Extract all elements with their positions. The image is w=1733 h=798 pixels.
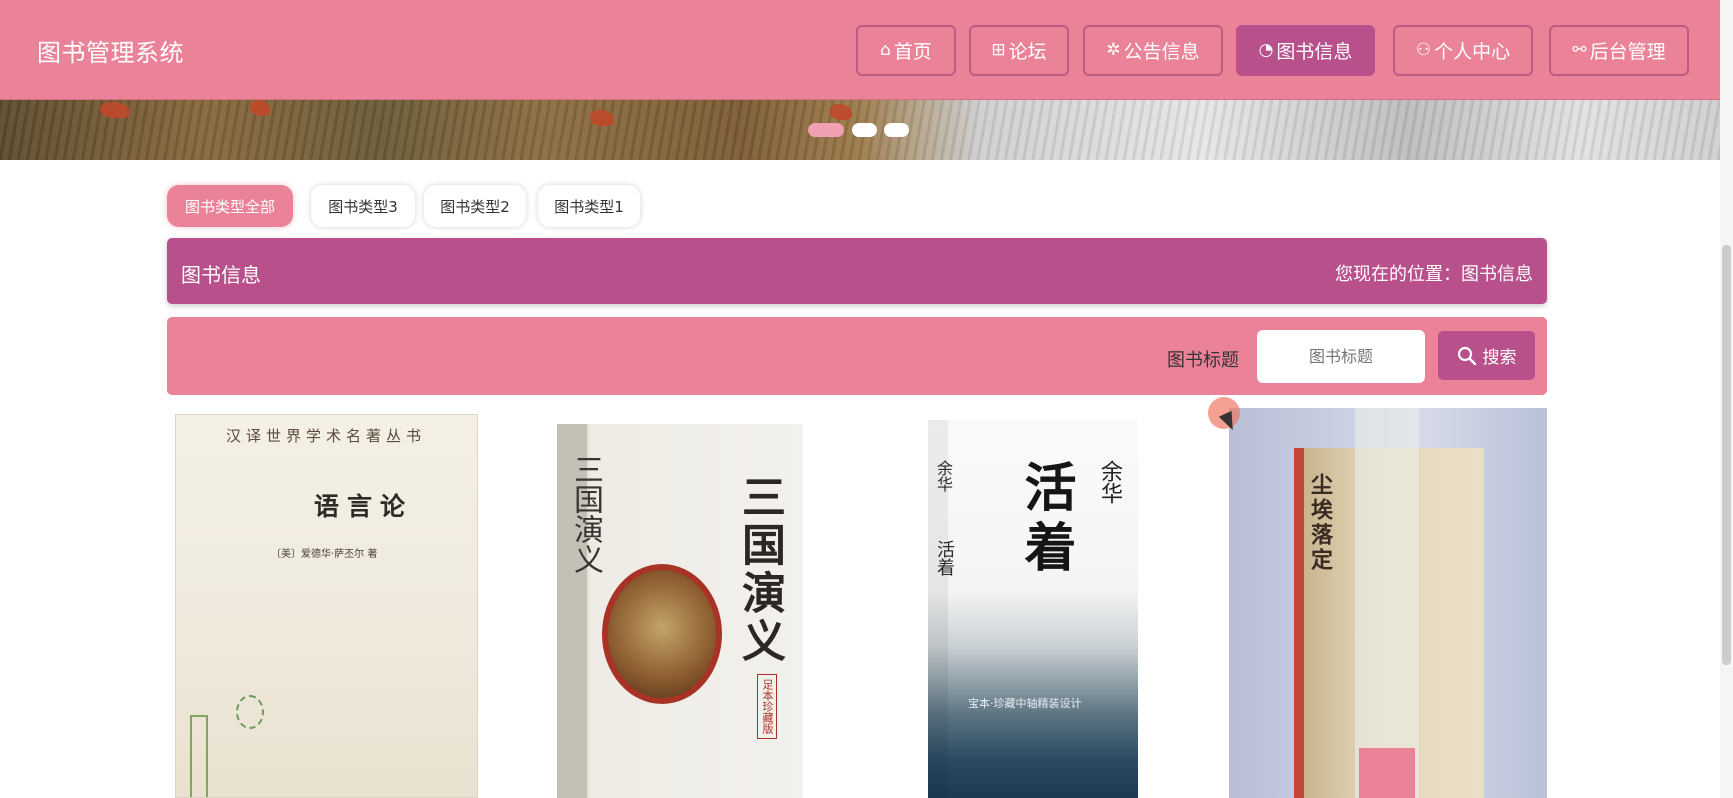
banner-leaf bbox=[590, 110, 614, 126]
book-title: 语言论 bbox=[314, 492, 414, 521]
qr-badge bbox=[1359, 748, 1415, 798]
book-footer-note: 宝本·珍藏中轴精装设计 bbox=[968, 697, 1082, 710]
nav-forum-label: 论坛 bbox=[1008, 41, 1047, 63]
filter-type-3[interactable]: 图书类型3 bbox=[311, 185, 415, 227]
nav-personal-center[interactable]: ⚇ 个人中心 bbox=[1393, 25, 1533, 76]
home-icon: ⌂ bbox=[880, 40, 891, 60]
carousel-dot[interactable] bbox=[884, 123, 909, 137]
book-cover[interactable]: 三国演义 三国演义 足本珍藏版 bbox=[557, 424, 803, 798]
filter-type-2[interactable]: 图书类型2 bbox=[424, 185, 526, 227]
book-photo[interactable]: 尘埃落定 bbox=[1229, 408, 1547, 798]
carousel-dot[interactable] bbox=[852, 123, 877, 137]
carousel-dot-active[interactable] bbox=[808, 123, 844, 137]
banner-leaf bbox=[830, 104, 852, 120]
filter-type-all[interactable]: 图书类型全部 bbox=[167, 185, 293, 227]
user-icon: ⚇ bbox=[1415, 40, 1432, 60]
book-card[interactable]: 三国演义 三国演义 足本珍藏版 bbox=[555, 408, 805, 798]
section-header: 图书信息 您现在的位置：图书信息 bbox=[167, 238, 1547, 304]
search-label: 图书标题 bbox=[1167, 350, 1239, 371]
book-card[interactable]: 汉译世界学术名著丛书 语言论 〔美〕爱德华·萨丕尔 著 bbox=[172, 408, 482, 798]
link-icon: ⚯ bbox=[1572, 40, 1587, 60]
banner-leaf bbox=[250, 100, 270, 116]
nav-home-label: 首页 bbox=[893, 41, 932, 63]
book-card[interactable]: 余华 活着 活着 余华 宝本·珍藏中轴精装设计 bbox=[925, 408, 1140, 798]
book-spine-title: 三国演义 bbox=[568, 454, 603, 574]
nav-announcements-label: 公告信息 bbox=[1123, 41, 1200, 63]
book-title: 尘埃落定 bbox=[1307, 473, 1333, 573]
nav-admin[interactable]: ⚯ 后台管理 bbox=[1549, 25, 1689, 76]
barcode-sticker bbox=[190, 715, 208, 797]
book-cover[interactable]: 汉译世界学术名著丛书 语言论 〔美〕爱德华·萨丕尔 著 bbox=[175, 414, 478, 798]
book-edition: 足本珍藏版 bbox=[757, 674, 777, 739]
section-title: 图书信息 bbox=[181, 263, 261, 287]
glare-overlay bbox=[1355, 408, 1419, 798]
nav-book-info-label: 图书信息 bbox=[1276, 41, 1353, 63]
book-author: 〔美〕爱德华·萨丕尔 著 bbox=[271, 549, 378, 560]
search-input[interactable] bbox=[1257, 330, 1425, 383]
cover-illustration bbox=[602, 564, 722, 704]
nav-book-info[interactable]: ◔ 图书信息 bbox=[1236, 25, 1375, 76]
search-icon bbox=[1457, 346, 1476, 365]
search-button[interactable]: 搜索 bbox=[1438, 331, 1535, 380]
search-button-label: 搜索 bbox=[1482, 348, 1517, 368]
nav-announcements[interactable]: ✲ 公告信息 bbox=[1083, 25, 1223, 76]
breadcrumb: 您现在的位置：图书信息 bbox=[1335, 264, 1533, 285]
book-info-icon: ◔ bbox=[1258, 40, 1274, 60]
filter-type-1[interactable]: 图书类型1 bbox=[538, 185, 640, 227]
nav-forum[interactable]: ⊞ 论坛 bbox=[969, 25, 1069, 76]
book-card[interactable]: 尘埃落定 bbox=[1229, 408, 1547, 798]
book-spine-author: 余华 bbox=[934, 460, 953, 492]
book-spine-title: 活着 bbox=[934, 540, 955, 576]
app-title[interactable]: 图书管理系统 bbox=[37, 33, 184, 68]
forum-icon: ⊞ bbox=[991, 40, 1006, 60]
nav-home[interactable]: ⌂ 首页 bbox=[856, 25, 956, 76]
book-title: 活着 bbox=[1015, 460, 1076, 580]
book-series: 汉译世界学术名著丛书 bbox=[226, 427, 427, 445]
book-cover[interactable]: 余华 活着 活着 余华 宝本·珍藏中轴精装设计 bbox=[928, 420, 1138, 798]
announcement-icon: ✲ bbox=[1106, 40, 1121, 60]
book-title: 三国演义 bbox=[734, 474, 785, 666]
scrollbar-thumb[interactable] bbox=[1722, 245, 1731, 665]
publisher-logo bbox=[236, 695, 264, 729]
book-author: 余华 bbox=[1097, 460, 1122, 504]
nav-admin-label: 后台管理 bbox=[1589, 41, 1666, 63]
nav-personal-center-label: 个人中心 bbox=[1434, 41, 1511, 63]
banner-leaf bbox=[100, 102, 130, 118]
